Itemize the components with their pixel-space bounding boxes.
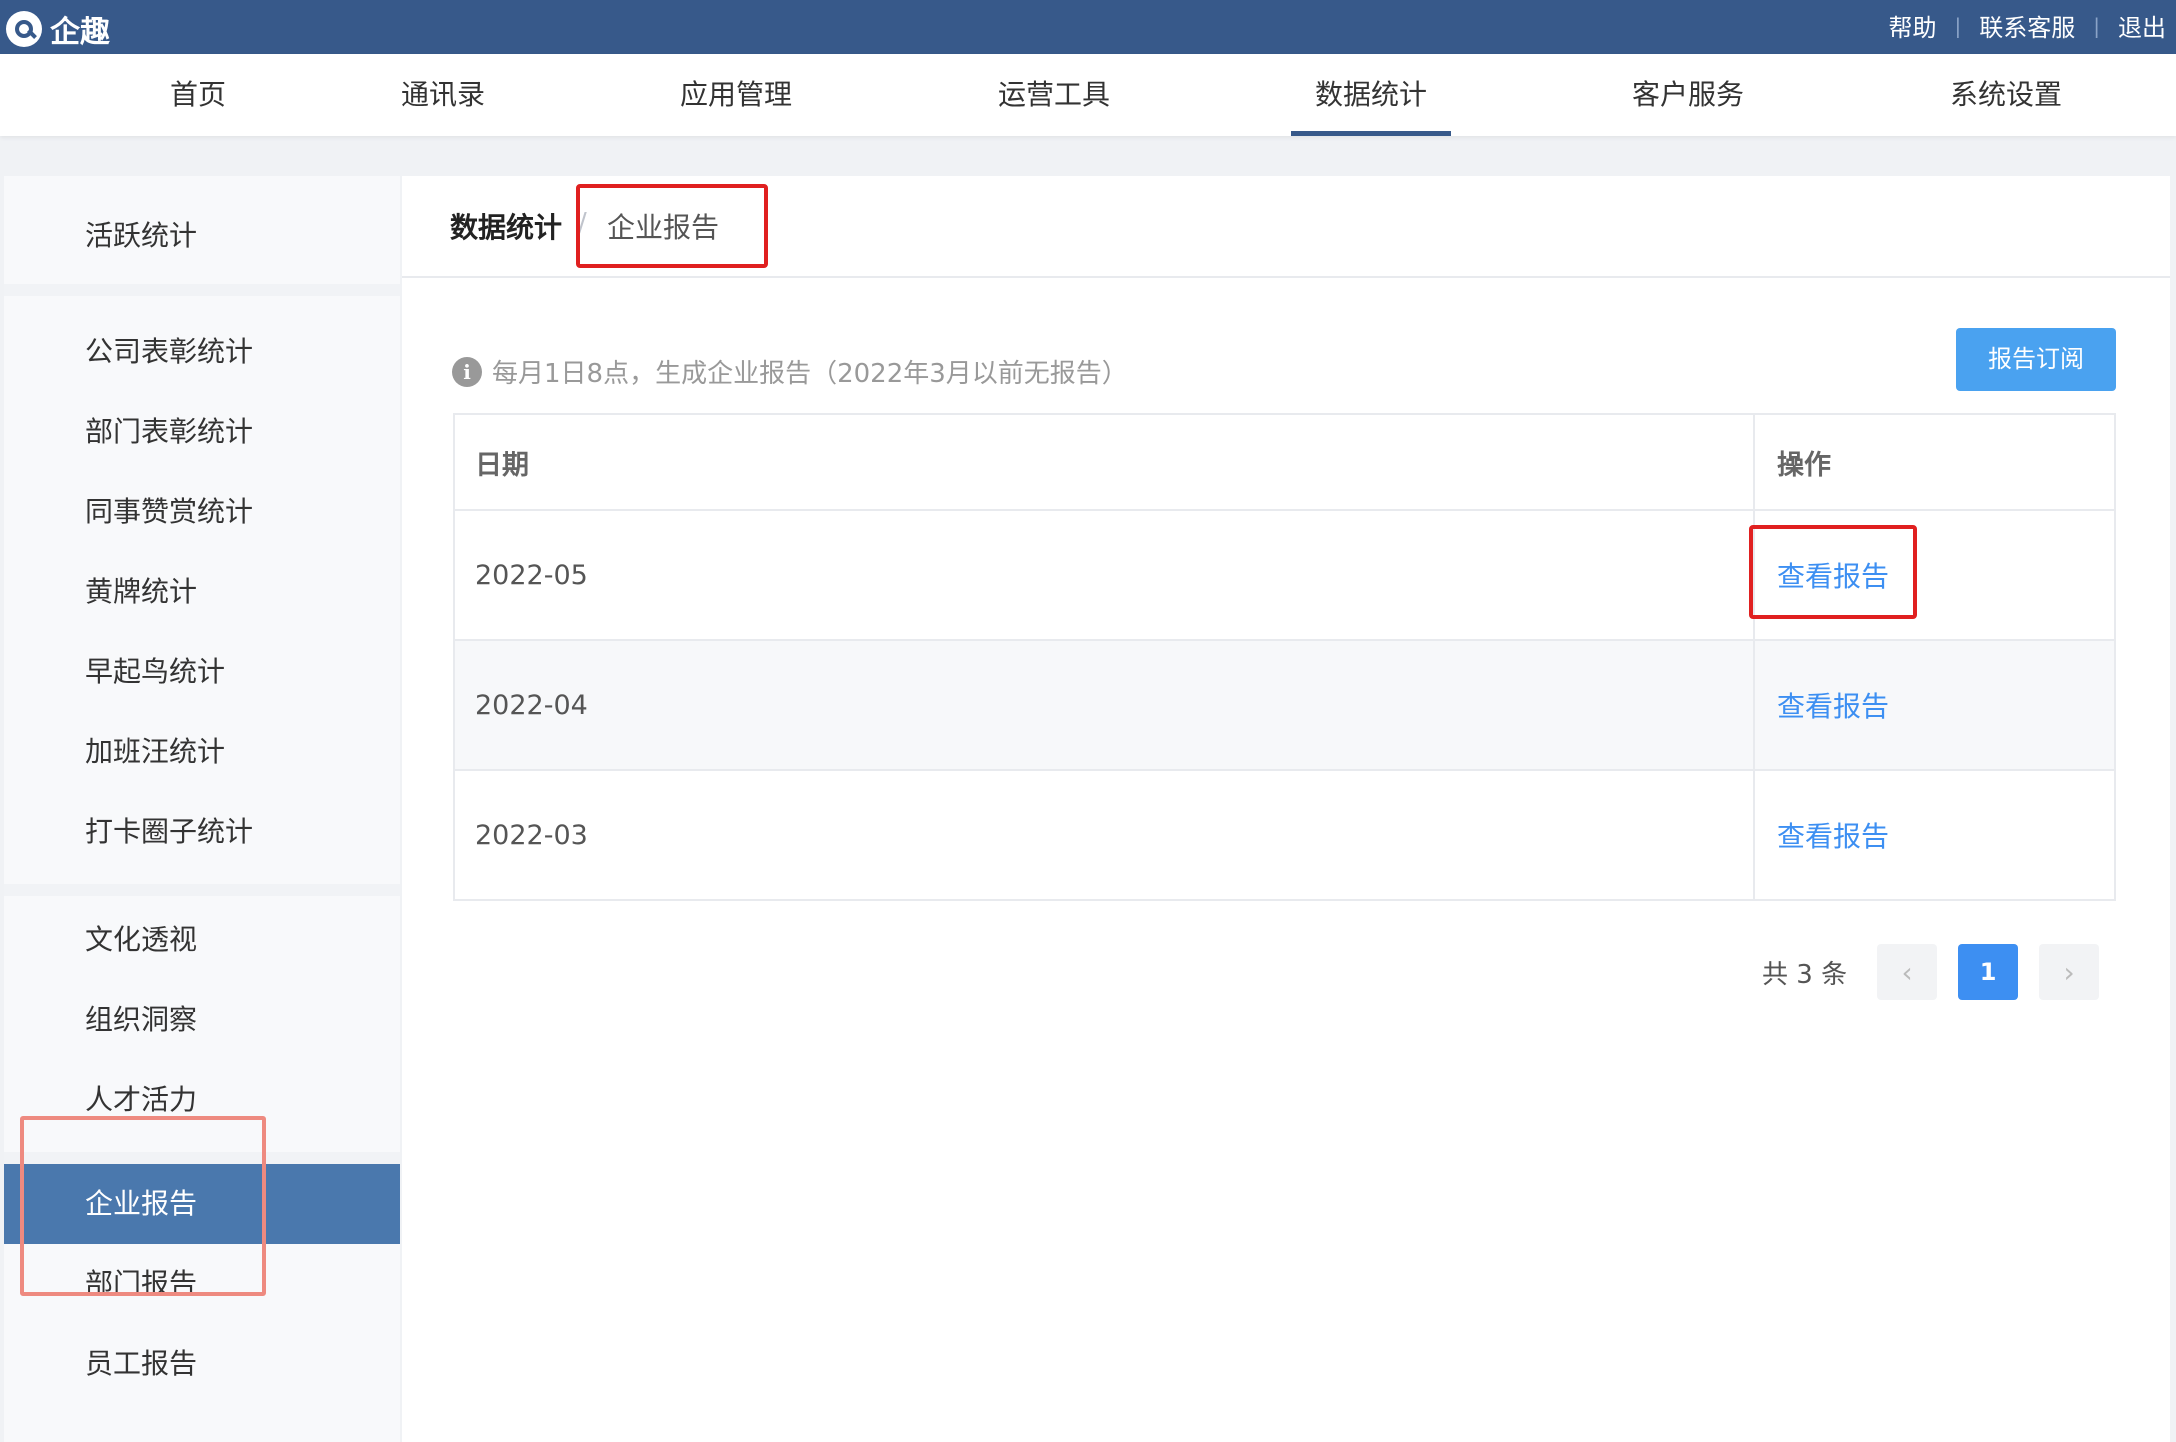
main-nav: 首页 通讯录 应用管理 运营工具 数据统计 客户服务 系统设置 <box>0 54 2176 136</box>
nav-home[interactable]: 首页 <box>170 54 226 136</box>
info-icon: i <box>452 356 482 387</box>
top-links: 帮助 | 联系客服 | 退出 <box>1889 8 2167 43</box>
sidebar-item-peer-appreciation[interactable]: 同事赞赏统计 <box>4 472 400 552</box>
chevron-left-icon: ‹ <box>1901 955 1913 989</box>
nav-data-statistics[interactable]: 数据统计 <box>1290 54 1452 136</box>
sidebar-item-checkin-circle[interactable]: 打卡圈子统计 <box>4 792 400 872</box>
nav-app-management[interactable]: 应用管理 <box>680 54 792 136</box>
table-row: 2022-04 查看报告 <box>455 641 2114 771</box>
report-date: 2022-03 <box>455 771 1755 899</box>
nav-customer-service[interactable]: 客户服务 <box>1632 54 1744 136</box>
notice-text: 每月1日8点，生成企业报告（2022年3月以前无报告） <box>492 359 1128 389</box>
contact-support-link[interactable]: 联系客服 <box>1979 8 2075 43</box>
pagination-total: 共 3 条 <box>1762 959 1848 990</box>
report-table: 日期 操作 2022-05 查看报告 2022-04 查看报告 2022-03 … <box>453 413 2116 901</box>
report-menu-highlight-box <box>20 1116 266 1296</box>
report-date: 2022-04 <box>455 641 1755 769</box>
sidebar-item-early-bird[interactable]: 早起鸟统计 <box>4 632 400 712</box>
view-report-highlight-box <box>1749 525 1917 619</box>
breadcrumb-root[interactable]: 数据统计 <box>450 206 562 246</box>
report-subscribe-button[interactable]: 报告订阅 <box>1956 328 2116 391</box>
nav-system-settings[interactable]: 系统设置 <box>1950 54 2062 136</box>
view-report-link[interactable]: 查看报告 <box>1777 685 1889 725</box>
logo-icon <box>6 11 42 47</box>
app-name: 企趣 <box>50 15 110 50</box>
logout-link[interactable]: 退出 <box>2118 8 2166 43</box>
sidebar-divider <box>4 284 400 296</box>
sidebar-item-company-commendation[interactable]: 公司表彰统计 <box>4 312 400 392</box>
top-bar: 企趣 帮助 | 联系客服 | 退出 <box>0 0 2176 54</box>
table-row: 2022-03 查看报告 <box>455 771 2114 899</box>
report-notice: i 每月1日8点，生成企业报告（2022年3月以前无报告） <box>452 353 1128 390</box>
column-header-date: 日期 <box>455 415 1755 509</box>
sidebar-item-employee-report[interactable]: 员工报告 <box>4 1324 400 1404</box>
help-link[interactable]: 帮助 <box>1889 8 1937 43</box>
next-page-button[interactable]: › <box>2039 944 2100 1000</box>
pagination: 共 3 条 ‹ 1 › <box>1762 944 2120 1000</box>
nav-operation-tools[interactable]: 运营工具 <box>998 54 1110 136</box>
report-date: 2022-05 <box>455 511 1755 639</box>
view-report-link[interactable]: 查看报告 <box>1777 815 1889 855</box>
link-separator: | <box>1954 13 1962 38</box>
sidebar-item-overtime[interactable]: 加班汪统计 <box>4 712 400 792</box>
page-number-button[interactable]: 1 <box>1958 944 2019 1000</box>
sidebar-item-culture-insight[interactable]: 文化透视 <box>4 900 400 980</box>
sidebar-item-organization-insight[interactable]: 组织洞察 <box>4 980 400 1060</box>
prev-page-button[interactable]: ‹ <box>1877 944 1938 1000</box>
app-logo[interactable]: 企趣 <box>6 7 110 51</box>
sidebar-item-yellow-card[interactable]: 黄牌统计 <box>4 552 400 632</box>
table-header-row: 日期 操作 <box>455 415 2114 511</box>
sidebar-item-active-stats[interactable]: 活跃统计 <box>4 196 400 276</box>
chevron-right-icon: › <box>2063 955 2075 989</box>
sidebar-item-department-commendation[interactable]: 部门表彰统计 <box>4 392 400 472</box>
column-header-action: 操作 <box>1777 449 1831 481</box>
nav-contacts[interactable]: 通讯录 <box>401 54 485 136</box>
breadcrumb-highlight-box <box>576 184 768 268</box>
link-separator: | <box>2093 13 2100 38</box>
sidebar-divider <box>4 884 400 896</box>
